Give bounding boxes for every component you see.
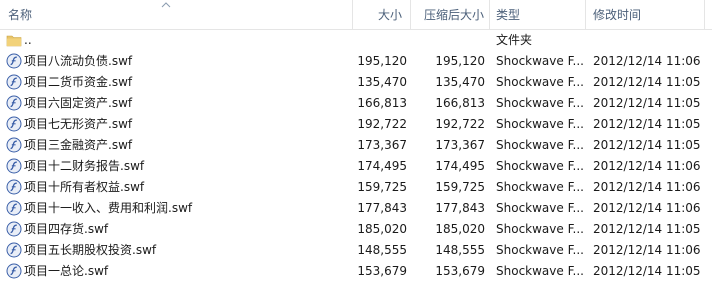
file-modified: 2012/12/14 11:06 bbox=[593, 180, 701, 194]
column-divider[interactable] bbox=[489, 0, 490, 29]
file-name: 项目十一收入、费用和利润.swf bbox=[24, 201, 193, 215]
file-type: Shockwave F... bbox=[496, 96, 584, 110]
file-size: 166,813 bbox=[357, 96, 407, 110]
file-size: 148,555 bbox=[357, 243, 407, 257]
file-name: 项目六固定资产.swf bbox=[24, 96, 133, 110]
file-size: 135,470 bbox=[357, 75, 407, 89]
folder-icon bbox=[6, 35, 22, 47]
column-divider[interactable] bbox=[352, 0, 353, 29]
file-row[interactable]: 项目十二财务报告.swf 174,495 174,495 Shockwave F… bbox=[0, 156, 712, 177]
file-name: 项目十二财务报告.swf bbox=[24, 159, 145, 173]
file-name: 项目五长期股权投资.swf bbox=[24, 243, 157, 257]
swf-file-icon bbox=[6, 95, 22, 111]
column-divider[interactable] bbox=[704, 0, 705, 29]
file-compressed-size: 185,020 bbox=[435, 222, 485, 236]
file-name: 项目四存货.swf bbox=[24, 222, 109, 236]
file-modified: 2012/12/14 11:05 bbox=[593, 75, 701, 89]
file-compressed-size: 148,555 bbox=[435, 243, 485, 257]
file-type: Shockwave F... bbox=[496, 138, 584, 152]
swf-file-icon bbox=[6, 158, 22, 174]
file-compressed-size: 135,470 bbox=[435, 75, 485, 89]
file-size: 174,495 bbox=[357, 159, 407, 173]
swf-file-icon bbox=[6, 74, 22, 90]
file-type: Shockwave F... bbox=[496, 264, 584, 278]
parent-folder-row[interactable]: .. 文件夹 bbox=[0, 30, 712, 51]
file-row[interactable]: 项目一总论.swf 153,679 153,679 Shockwave F...… bbox=[0, 261, 712, 282]
file-size: 185,020 bbox=[357, 222, 407, 236]
file-modified: 2012/12/14 11:05 bbox=[593, 138, 701, 152]
file-compressed-size: 159,725 bbox=[435, 180, 485, 194]
file-row[interactable]: 项目十一收入、费用和利润.swf 177,843 177,843 Shockwa… bbox=[0, 198, 712, 219]
file-type: Shockwave F... bbox=[496, 117, 584, 131]
file-compressed-size: 153,679 bbox=[435, 264, 485, 278]
file-type: Shockwave F... bbox=[496, 222, 584, 236]
file-compressed-size: 166,813 bbox=[435, 96, 485, 110]
file-compressed-size: 192,722 bbox=[435, 117, 485, 131]
file-type: Shockwave F... bbox=[496, 75, 584, 89]
file-modified: 2012/12/14 11:06 bbox=[593, 201, 701, 215]
file-compressed-size: 174,495 bbox=[435, 159, 485, 173]
column-type-header[interactable]: 类型 bbox=[496, 0, 520, 29]
file-compressed-size: 173,367 bbox=[435, 138, 485, 152]
file-name: 项目七无形资产.swf bbox=[24, 117, 133, 131]
column-divider[interactable] bbox=[585, 0, 586, 29]
parent-folder-label: .. bbox=[24, 33, 32, 47]
file-size: 153,679 bbox=[357, 264, 407, 278]
file-size: 192,722 bbox=[357, 117, 407, 131]
column-compressed-header[interactable]: 压缩后大小 bbox=[424, 0, 484, 29]
file-size: 173,367 bbox=[357, 138, 407, 152]
column-modified-header[interactable]: 修改时间 bbox=[593, 0, 641, 29]
file-type: Shockwave F... bbox=[496, 180, 584, 194]
file-compressed-size: 177,843 bbox=[435, 201, 485, 215]
column-header: 名称 大小 压缩后大小 类型 修改时间 bbox=[0, 0, 712, 30]
file-row[interactable]: 项目十所有者权益.swf 159,725 159,725 Shockwave F… bbox=[0, 177, 712, 198]
column-size-header[interactable]: 大小 bbox=[378, 0, 402, 29]
file-type: Shockwave F... bbox=[496, 201, 584, 215]
file-type: Shockwave F... bbox=[496, 54, 584, 68]
file-row[interactable]: 项目七无形资产.swf 192,722 192,722 Shockwave F.… bbox=[0, 114, 712, 135]
file-name: 项目二货币资金.swf bbox=[24, 75, 133, 89]
chevron-up-icon bbox=[161, 2, 171, 8]
file-row[interactable]: 项目四存货.swf 185,020 185,020 Shockwave F...… bbox=[0, 219, 712, 240]
file-name: 项目十所有者权益.swf bbox=[24, 180, 145, 194]
file-modified: 2012/12/14 11:06 bbox=[593, 159, 701, 173]
file-type: Shockwave F... bbox=[496, 243, 584, 257]
file-size: 177,843 bbox=[357, 201, 407, 215]
file-name: 项目八流动负债.swf bbox=[24, 54, 133, 68]
file-row[interactable]: 项目六固定资产.swf 166,813 166,813 Shockwave F.… bbox=[0, 93, 712, 114]
file-size: 159,725 bbox=[357, 180, 407, 194]
file-name: 项目三金融资产.swf bbox=[24, 138, 133, 152]
swf-file-icon bbox=[6, 221, 22, 237]
file-row[interactable]: 项目二货币资金.swf 135,470 135,470 Shockwave F.… bbox=[0, 72, 712, 93]
swf-file-icon bbox=[6, 53, 22, 69]
file-row[interactable]: 项目三金融资产.swf 173,367 173,367 Shockwave F.… bbox=[0, 135, 712, 156]
swf-file-icon bbox=[6, 263, 22, 279]
swf-file-icon bbox=[6, 179, 22, 195]
swf-file-icon bbox=[6, 242, 22, 258]
file-modified: 2012/12/14 11:06 bbox=[593, 54, 701, 68]
file-type: Shockwave F... bbox=[496, 159, 584, 173]
swf-file-icon bbox=[6, 200, 22, 216]
column-name-header[interactable]: 名称 bbox=[8, 0, 32, 29]
file-compressed-size: 195,120 bbox=[435, 54, 485, 68]
column-divider[interactable] bbox=[410, 0, 411, 29]
file-modified: 2012/12/14 11:06 bbox=[593, 243, 701, 257]
file-modified: 2012/12/14 11:05 bbox=[593, 264, 701, 278]
parent-folder-type: 文件夹 bbox=[496, 33, 533, 47]
file-row[interactable]: 项目五长期股权投资.swf 148,555 148,555 Shockwave … bbox=[0, 240, 712, 261]
file-name: 项目一总论.swf bbox=[24, 264, 109, 278]
file-modified: 2012/12/14 11:05 bbox=[593, 222, 701, 236]
swf-file-icon bbox=[6, 116, 22, 132]
file-modified: 2012/12/14 11:05 bbox=[593, 117, 701, 131]
swf-file-icon bbox=[6, 137, 22, 153]
file-size: 195,120 bbox=[357, 54, 407, 68]
file-modified: 2012/12/14 11:05 bbox=[593, 96, 701, 110]
file-row[interactable]: 项目八流动负债.swf 195,120 195,120 Shockwave F.… bbox=[0, 51, 712, 72]
